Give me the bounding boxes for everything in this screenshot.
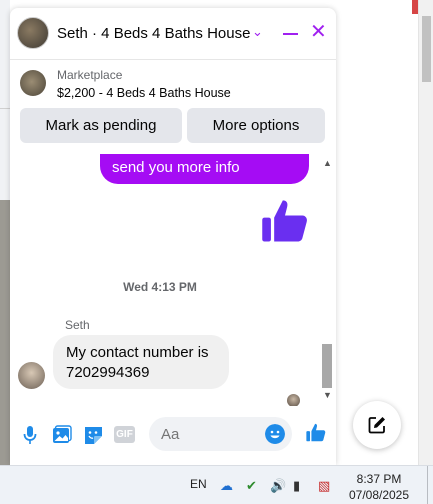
page-scrollbar-thumb[interactable] (422, 16, 431, 82)
image-icon[interactable] (52, 425, 72, 445)
like-sticker-icon[interactable] (259, 196, 311, 248)
more-options-button[interactable]: More options (187, 108, 325, 143)
background-panel (0, 200, 10, 465)
marketplace-panel: Marketplace $2,200 - 4 Beds 4 Baths Hous… (10, 60, 336, 154)
mark-as-pending-button[interactable]: Mark as pending (20, 108, 182, 143)
listing-thumbnail[interactable] (20, 70, 46, 96)
volume-icon[interactable]: 🔊 (270, 478, 286, 494)
message-composer: GIF (10, 406, 336, 465)
system-clock[interactable]: 8:37 PM 07/08/2025 (348, 471, 410, 503)
scroll-up-arrow-icon[interactable]: ▲ (323, 158, 332, 168)
chevron-down-icon[interactable]: ⌄ (252, 24, 263, 40)
microphone-icon[interactable] (22, 425, 38, 445)
clock-time: 8:37 PM (356, 472, 402, 486)
language-indicator[interactable]: EN (190, 477, 207, 491)
new-message-button[interactable] (353, 401, 401, 449)
message-input[interactable] (161, 426, 261, 443)
like-icon[interactable] (305, 422, 327, 444)
background-divider (0, 108, 10, 109)
chat-header[interactable]: Seth · 4 Beds 4 Baths House ⌄ ✕ (10, 8, 336, 60)
message-list[interactable]: send you more info Wed 4:13 PM Seth My c… (10, 154, 336, 406)
sticker-icon[interactable] (83, 425, 104, 445)
network-icon[interactable]: ▮ (293, 478, 300, 494)
outgoing-message[interactable]: send you more info (100, 154, 309, 184)
chat-scrollbar-thumb[interactable] (322, 344, 332, 388)
gif-icon[interactable]: GIF (114, 426, 135, 443)
security-icon[interactable]: ✔ (246, 478, 257, 494)
contact-avatar[interactable] (17, 17, 49, 49)
clock-date: 07/08/2025 (348, 488, 410, 502)
battery-icon[interactable]: ▧ (318, 478, 330, 494)
minimize-icon[interactable] (283, 33, 298, 35)
marketplace-label: Marketplace (57, 68, 123, 82)
show-desktop-button[interactable] (427, 466, 433, 504)
seen-avatar (287, 394, 300, 406)
chat-scrollbar[interactable]: ▲ ▼ (319, 154, 336, 406)
scroll-down-arrow-icon[interactable]: ▼ (323, 390, 332, 400)
emoji-icon[interactable] (265, 424, 285, 444)
message-timestamp: Wed 4:13 PM (123, 280, 197, 294)
page-scrollbar[interactable] (418, 0, 433, 465)
message-input-box[interactable] (149, 417, 292, 451)
chat-title[interactable]: Seth · 4 Beds 4 Baths House (57, 25, 250, 42)
taskbar: EN ☁ ✔ 🔊 ▮ ▧ 8:37 PM 07/08/2025 (0, 465, 433, 504)
listing-title[interactable]: $2,200 - 4 Beds 4 Baths House (57, 86, 231, 100)
onedrive-icon[interactable]: ☁ (220, 478, 233, 494)
incoming-message[interactable]: My contact number is 7202994369 (53, 335, 229, 389)
close-icon[interactable]: ✕ (310, 22, 327, 42)
sender-name: Seth (65, 318, 90, 332)
compose-icon (368, 417, 385, 434)
chat-window: Seth · 4 Beds 4 Baths House ⌄ ✕ Marketpl… (10, 8, 336, 465)
sender-avatar[interactable] (18, 362, 45, 389)
